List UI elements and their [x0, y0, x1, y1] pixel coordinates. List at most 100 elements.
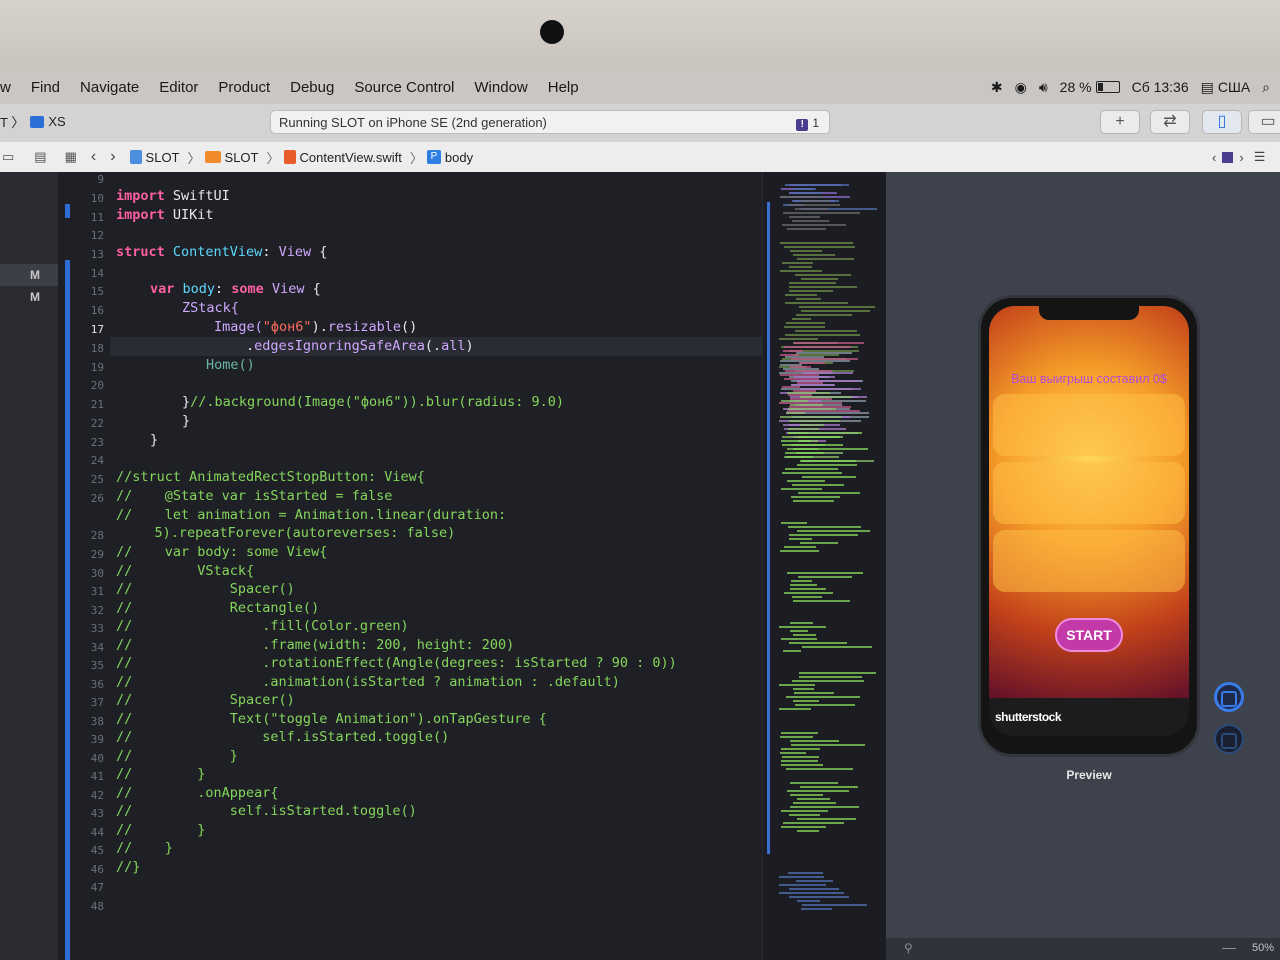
crumb-separator: 〉: [266, 150, 280, 166]
device-preview-button[interactable]: [1214, 724, 1244, 754]
panel-bottom-icon: ▭: [1260, 113, 1276, 130]
minimap-line: [800, 786, 858, 788]
minimap-scroll-indicator[interactable]: [767, 202, 770, 854]
menu-source-control[interactable]: Source Control: [354, 79, 454, 96]
spotlight-icon[interactable]: ⌕: [1262, 79, 1270, 96]
bluetooth-icon[interactable]: ✱: [991, 79, 1003, 96]
minimap-line: [793, 600, 850, 602]
menu-debug[interactable]: Debug: [290, 79, 334, 96]
minimap-line: [787, 228, 826, 230]
code-line-31: // .fill(Color.green): [116, 618, 409, 634]
back-icon[interactable]: ‹: [91, 148, 96, 166]
minimap-line: [793, 254, 835, 256]
prev-issue-icon[interactable]: ‹: [1212, 150, 1216, 165]
start-button[interactable]: START: [1055, 618, 1123, 652]
minimap-line: [799, 306, 875, 308]
code-text: Image(: [214, 319, 263, 335]
preview-screen[interactable]: Ваш выигрыш составил 0$ START shuttersto…: [989, 306, 1189, 736]
code-line-36: // Text("toggle Animation").onTapGesture…: [116, 711, 547, 727]
live-preview-icon: [1221, 691, 1237, 707]
comment-icon[interactable]: ▤: [34, 149, 46, 165]
issue-badge-icon[interactable]: [1222, 151, 1234, 163]
line-number: 34: [90, 641, 104, 654]
minimap-line: [797, 900, 820, 902]
minimap-line: [781, 522, 807, 524]
minimap-line: [784, 326, 825, 328]
minimap-line: [794, 692, 834, 694]
minimap-line: [786, 696, 860, 698]
clock[interactable]: Сб 13:36: [1132, 79, 1189, 95]
code-text: }: [182, 394, 191, 410]
code-text: ).: [311, 319, 328, 335]
minimap-line: [779, 708, 811, 710]
minimap-line: [783, 368, 819, 370]
minimap-line: [797, 830, 819, 832]
volume-icon[interactable]: 🔊︎: [1039, 79, 1048, 96]
crumb-file[interactable]: ContentView.swift: [283, 150, 402, 165]
vpn-icon[interactable]: ◉: [1015, 79, 1027, 96]
code-line-9: import SwiftUI: [116, 188, 230, 204]
minimap-line: [789, 216, 820, 218]
minimap-line: [780, 736, 813, 738]
keyword: import: [116, 207, 165, 223]
input-source[interactable]: США: [1218, 79, 1250, 95]
issue-indicator[interactable]: ! 1: [796, 111, 819, 135]
pin-icon[interactable]: ⚲: [904, 941, 913, 955]
debug-area-toggle-button[interactable]: ▭: [1248, 110, 1280, 134]
crumb-symbol[interactable]: Pbody: [426, 150, 473, 165]
hide-navigator-icon[interactable]: ▭: [2, 149, 14, 165]
minimap-line: [792, 318, 811, 320]
related-items-icon[interactable]: ▦: [65, 149, 77, 165]
navigator-toggle-button[interactable]: ▯: [1202, 110, 1242, 134]
minimap-line: [787, 790, 849, 792]
next-issue-icon[interactable]: ›: [1239, 150, 1243, 165]
menu-window[interactable]: Window: [474, 79, 527, 96]
minimap-line: [781, 748, 820, 750]
minimap-line: [790, 250, 822, 252]
zoom-slider[interactable]: [1222, 948, 1236, 949]
minimap-line: [783, 212, 860, 214]
navigator-selected-row[interactable]: [0, 264, 58, 286]
zoom-level[interactable]: 50%: [1252, 942, 1274, 954]
minimap-line: [789, 286, 857, 288]
minimap-line: [781, 732, 818, 734]
forward-icon[interactable]: ›: [110, 148, 115, 166]
minimap-line: [794, 376, 835, 378]
code-review-button[interactable]: ⇄: [1150, 110, 1190, 134]
minimap-line: [793, 448, 868, 450]
line-number: 32: [90, 604, 104, 617]
line-number: 19: [90, 361, 104, 374]
minimap-line: [790, 584, 817, 586]
library-button[interactable]: +: [1100, 110, 1140, 134]
scheme-selector[interactable]: T 〉 XS: [0, 112, 66, 131]
code-line-21: }: [182, 413, 191, 429]
menu-navigate[interactable]: Navigate: [80, 79, 139, 96]
code-editor[interactable]: import SwiftUI import UIKit struct Conte…: [110, 172, 762, 960]
line-number: 23: [90, 436, 104, 449]
minimap-line: [783, 822, 844, 824]
crumb-project[interactable]: SLOT: [129, 150, 180, 165]
minimap[interactable]: [762, 172, 887, 960]
live-preview-button[interactable]: [1214, 682, 1244, 712]
minimap-line: [779, 684, 815, 686]
minimap-line: [779, 626, 826, 628]
line-number: 13: [90, 248, 104, 261]
minimap-line: [795, 274, 851, 276]
menu-find[interactable]: Find: [31, 79, 60, 96]
menu-help[interactable]: Help: [548, 79, 579, 96]
adjust-editor-icon[interactable]: ☰: [1254, 149, 1266, 165]
code-line-27: // var body: some View{: [116, 544, 328, 560]
line-number: 46: [90, 863, 104, 876]
menu-product[interactable]: Product: [218, 79, 270, 96]
code-line-42: // }: [116, 822, 206, 838]
string-literal: "фон6": [262, 319, 312, 335]
crumb-folder[interactable]: SLOT: [204, 150, 259, 165]
menu-editor[interactable]: Editor: [159, 79, 198, 96]
menu-window-partial[interactable]: w: [0, 79, 11, 96]
project-navigator: M M: [0, 172, 58, 960]
xcode-toolbar: T 〉 XS Running SLOT on iPhone SE (2nd ge…: [0, 104, 1280, 143]
battery-icon[interactable]: [1095, 81, 1120, 93]
minimap-line: [793, 688, 814, 690]
code-line-25: // @State var isStarted = false: [116, 488, 393, 504]
code-line-20: }//.background(Image("фон6")).blur(radiu…: [182, 394, 564, 410]
